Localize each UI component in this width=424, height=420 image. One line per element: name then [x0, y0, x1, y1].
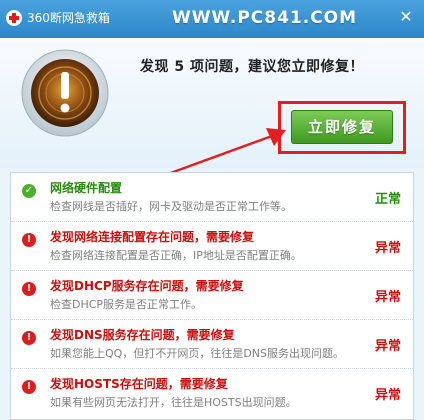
watermark-text: WWW.PC841.COM: [172, 8, 358, 28]
exclamation-icon: !: [22, 331, 36, 345]
item-title: 发现HOSTS存在问题，需要修复: [50, 377, 228, 391]
item-description: 检查DHCP服务是否正常工作。: [50, 298, 203, 311]
fix-now-button[interactable]: 立即修复: [291, 110, 393, 144]
status-badge: 正常: [374, 192, 401, 207]
status-badge: 异常: [374, 388, 401, 403]
status-badge: 异常: [374, 290, 401, 305]
item-title: 发现网络连接配置存在问题，需要修复: [50, 230, 255, 244]
check-results-list: ✓ 网络硬件配置 检查网线是否插好，网卡及驱动是否正常工作等。 正常 ! 发现网…: [10, 172, 414, 420]
window-title: 360断网急救箱: [27, 11, 110, 25]
item-description: 检查网线是否插好，网卡及驱动是否正常工作等。: [50, 200, 292, 213]
item-title: 发现DHCP服务存在问题，需要修复: [50, 279, 244, 293]
check-icon: ✓: [22, 184, 36, 198]
exclamation-icon: !: [22, 282, 36, 296]
exclamation-icon: !: [22, 380, 36, 394]
list-item[interactable]: ! 发现网络连接配置存在问题，需要修复 检查网络连接配置是否正确，IP地址是否配…: [11, 222, 413, 271]
exclamation-alarm-icon: [21, 49, 109, 137]
list-item[interactable]: ! 发现HOSTS存在问题，需要修复 如果有些网页无法打开，往往是HOSTS出现…: [11, 369, 413, 417]
item-title: 发现DNS服务存在问题，需要修复: [50, 328, 235, 342]
status-badge: 异常: [374, 241, 401, 256]
close-button[interactable]: ✕: [396, 7, 416, 27]
status-badge: 异常: [374, 339, 401, 354]
exclamation-icon: !: [22, 233, 36, 247]
item-description: 检查网络连接配置是否正确，IP地址是否配置正确。: [50, 249, 302, 262]
app-window: 360断网急救箱 WWW.PC841.COM ✕ 发现 5 项问题，建议您立即修…: [0, 0, 424, 420]
app-logo-icon: [6, 10, 22, 26]
problem-summary: 发现 5 项问题，建议您立即修复！: [140, 59, 364, 75]
item-description: 如果有些网页无法打开，往往是HOSTS出现问题。: [50, 396, 297, 409]
item-description: 如果您能上QQ，但打不开网页，往往是DNS服务出现问题。: [50, 347, 344, 360]
list-item[interactable]: ! 发现DNS服务存在问题，需要修复 如果您能上QQ，但打不开网页，往往是DNS…: [11, 320, 413, 369]
title-bar: 360断网急救箱 WWW.PC841.COM ✕: [0, 0, 424, 38]
list-item[interactable]: ! 发现DHCP服务存在问题，需要修复 检查DHCP服务是否正常工作。 异常: [11, 271, 413, 320]
list-item[interactable]: ✓ 网络硬件配置 检查网线是否插好，网卡及驱动是否正常工作等。 正常: [11, 173, 413, 222]
item-title: 网络硬件配置: [50, 181, 123, 195]
